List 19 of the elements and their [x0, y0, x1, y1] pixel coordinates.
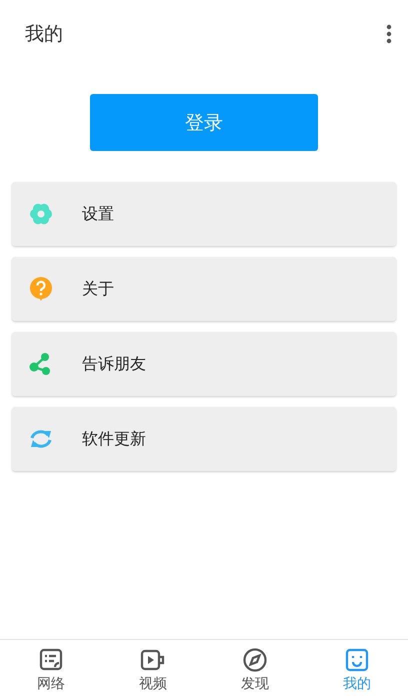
menu-item[interactable]: 关于 — [12, 257, 396, 321]
smiley-icon — [344, 647, 370, 673]
nav-tab[interactable]: 网络 — [0, 640, 102, 700]
more-icon[interactable] — [386, 24, 392, 44]
menu-label: 设置 — [82, 204, 114, 224]
video-icon — [140, 647, 166, 673]
menu-item[interactable]: 软件更新 — [12, 407, 396, 471]
menu-label: 关于 — [82, 278, 114, 300]
question-icon — [28, 276, 54, 302]
checklist-icon — [38, 647, 64, 673]
menu-label: 告诉朋友 — [82, 354, 146, 374]
menu-item[interactable]: 告诉朋友 — [12, 332, 396, 396]
menu-label: 软件更新 — [82, 428, 146, 450]
compass-icon — [242, 647, 268, 673]
flower-icon — [28, 201, 54, 227]
nav-tab[interactable]: 视频 — [102, 640, 204, 700]
page-title: 我的 — [25, 22, 63, 47]
nav-tab[interactable]: 发现 — [204, 640, 306, 700]
menu-item[interactable]: 设置 — [12, 182, 396, 246]
